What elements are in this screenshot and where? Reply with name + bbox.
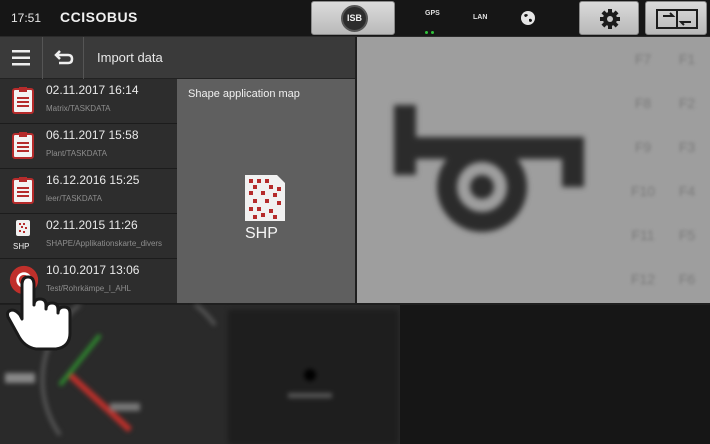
- back-button[interactable]: [42, 37, 84, 79]
- file-list-item[interactable]: 16.12.2016 15:25 leer/TASKDATA: [0, 169, 177, 214]
- menu-icon: [12, 50, 30, 66]
- taskdata-icon: [12, 177, 34, 204]
- file-path: SHAPE/Applikationskarte_divers: [46, 239, 163, 248]
- tractor-icon: [394, 105, 584, 232]
- file-date: 06.11.2017 15:58: [46, 128, 139, 142]
- function-key[interactable]: F7: [623, 39, 663, 79]
- lan-label: LAN: [473, 14, 488, 21]
- brand-logo: CCISOBUS: [60, 9, 138, 25]
- file-path: leer/TASKDATA: [46, 194, 103, 203]
- function-key[interactable]: F6: [667, 259, 707, 299]
- file-path: Matrix/TASKDATA: [46, 104, 111, 113]
- ccisobus-screen: 17:51 CCISOBUS ISB GPS LAN F7 F1 F8 F2 F…: [0, 0, 710, 444]
- function-key[interactable]: F4: [667, 171, 707, 211]
- file-list-item[interactable]: 06.11.2017 15:58 Plant/TASKDATA: [0, 124, 177, 169]
- swap-screen-button[interactable]: [645, 1, 707, 35]
- file-date: 02.11.2015 11:26: [46, 218, 138, 232]
- preview-title: Shape application map: [188, 88, 300, 100]
- file-date: 16.12.2016 15:25: [46, 173, 140, 187]
- file-path: Plant/TASKDATA: [46, 149, 107, 158]
- function-key-column: F7 F1 F8 F2 F9 F3 F10 F4 F11 F5 F12 F6: [621, 37, 710, 303]
- function-key[interactable]: F2: [667, 83, 707, 123]
- menu-bar: Import data: [0, 37, 355, 79]
- taskdata-icon: [12, 87, 34, 114]
- shp-icon-label: SHP: [13, 242, 30, 251]
- isb-button[interactable]: ISB: [311, 1, 395, 35]
- shp-label: SHP: [245, 225, 278, 242]
- menu-button[interactable]: [0, 37, 42, 79]
- gps-label: GPS: [425, 10, 440, 17]
- function-key[interactable]: F1: [667, 39, 707, 79]
- function-key[interactable]: F3: [667, 127, 707, 167]
- gear-icon: [600, 9, 620, 29]
- function-key[interactable]: F8: [623, 83, 663, 123]
- file-list-item[interactable]: SHP 02.11.2015 11:26 SHAPE/Applikationsk…: [0, 214, 177, 259]
- pointer-hand-icon: [6, 275, 72, 351]
- function-key[interactable]: F5: [667, 215, 707, 255]
- file-date: 02.11.2017 16:14: [46, 83, 139, 97]
- work-area: F7 F1 F8 F2 F9 F3 F10 F4 F11 F5 F12 F6: [357, 37, 710, 303]
- globe-icon: [521, 11, 535, 25]
- back-icon: [54, 50, 74, 65]
- settings-button[interactable]: [579, 1, 639, 35]
- function-key[interactable]: F10: [623, 171, 663, 211]
- function-key[interactable]: F11: [623, 215, 663, 255]
- clock: 17:51: [11, 11, 42, 25]
- function-key[interactable]: F9: [623, 127, 663, 167]
- file-preview: Shape application map SHP: [177, 79, 355, 303]
- taskdata-icon: [12, 132, 34, 159]
- dashboard-panel-right: [400, 305, 710, 444]
- file-list-item[interactable]: 02.11.2017 16:14 Matrix/TASKDATA: [0, 79, 177, 124]
- status-bar: 17:51 CCISOBUS ISB GPS LAN: [0, 0, 710, 37]
- page-title: Import data: [97, 50, 163, 65]
- swap-icon: [656, 9, 698, 29]
- isb-icon: ISB: [341, 5, 368, 32]
- function-key[interactable]: F12: [623, 259, 663, 299]
